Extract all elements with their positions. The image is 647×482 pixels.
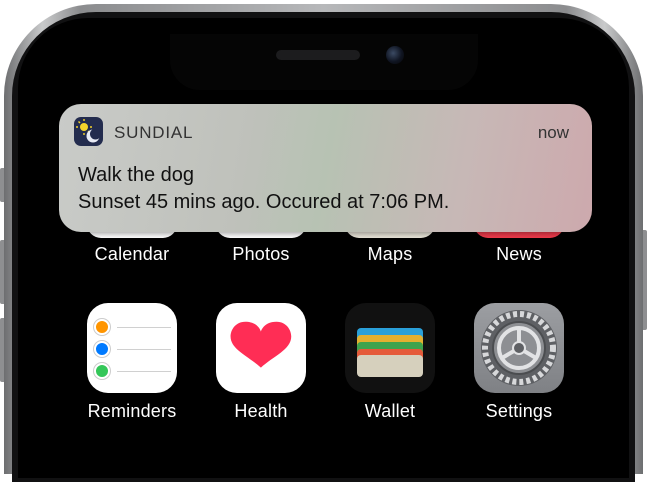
wallet-icon: [345, 303, 435, 393]
gear-icon: [474, 303, 564, 393]
app-label: Calendar: [94, 244, 170, 264]
notification-body: Sunset 45 mins ago. Occured at 7:06 PM.: [78, 191, 450, 213]
app-wallet[interactable]: Wallet: [325, 303, 455, 422]
app-label: Reminders: [87, 401, 177, 421]
app-label: News: [496, 244, 542, 264]
app-label: Photos: [232, 244, 290, 264]
front-camera: [386, 46, 404, 64]
notification-banner[interactable]: SUNDIAL now Walk the dog Sunset 45 mins …: [59, 104, 592, 232]
reminders-icon: [87, 303, 177, 393]
app-label: Wallet: [364, 401, 416, 421]
heart-icon: [216, 303, 306, 393]
notification-app-name: SUNDIAL: [114, 123, 194, 142]
sundial-app-icon: [74, 117, 103, 146]
app-label: Settings: [485, 401, 553, 421]
notification-time: now: [537, 123, 569, 142]
phone-frame: Calendar Photos Maps News Reminders Heal…: [0, 0, 647, 482]
app-label: Maps: [367, 244, 413, 264]
app-health[interactable]: Health: [196, 303, 326, 422]
notch: [170, 34, 478, 90]
app-reminders[interactable]: Reminders: [67, 303, 197, 422]
app-settings[interactable]: Settings: [454, 303, 584, 422]
speaker-grille: [276, 50, 360, 60]
notification-title: Walk the dog: [78, 164, 194, 186]
app-label: Health: [234, 401, 288, 421]
